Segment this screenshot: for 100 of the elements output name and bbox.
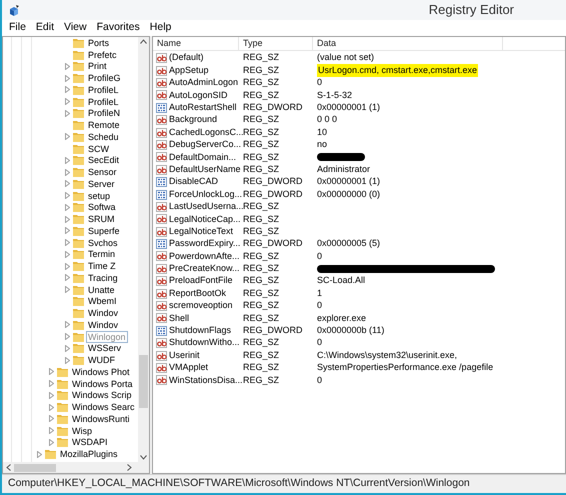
- value-name[interactable]: ForceUnlockLog...: [169, 188, 242, 202]
- menu-item[interactable]: View: [60, 20, 91, 36]
- value-name[interactable]: (Default): [169, 51, 204, 65]
- scroll-thumb[interactable]: [14, 464, 56, 472]
- tree-item[interactable]: Winlogon: [86, 330, 128, 343]
- value-name[interactable]: LastUsedUserna...: [169, 200, 244, 214]
- value-name[interactable]: scremoveoption: [169, 299, 233, 313]
- tree-item[interactable]: Server: [86, 178, 117, 190]
- tree-item[interactable]: Sensor: [86, 166, 119, 178]
- value-name[interactable]: AutoRestartShell: [169, 101, 237, 115]
- tree-item[interactable]: WSDAPI: [70, 436, 110, 448]
- expand-arrow-icon[interactable]: [65, 192, 70, 200]
- expand-arrow-icon[interactable]: [65, 62, 70, 70]
- value-name[interactable]: AutoLogonSID: [169, 88, 228, 102]
- value-name[interactable]: PreloadFontFile: [169, 274, 233, 288]
- tree-item[interactable]: Windows Scrip: [70, 389, 134, 402]
- expand-arrow-icon[interactable]: [65, 98, 70, 106]
- tree-item[interactable]: WindowsRunti: [70, 412, 132, 425]
- value-name[interactable]: LegalNoticeText: [169, 224, 234, 238]
- expand-arrow-icon[interactable]: [49, 427, 54, 434]
- tree-item[interactable]: Windows Phot: [70, 366, 132, 378]
- tree-item[interactable]: WSServ: [86, 342, 124, 354]
- tree-item[interactable]: Unatte: [86, 284, 117, 296]
- column-header[interactable]: Name: [153, 37, 239, 50]
- tree-item[interactable]: WbemI: [86, 295, 119, 308]
- value-name[interactable]: Userinit: [169, 348, 200, 362]
- tree-item[interactable]: SecEdit: [86, 154, 122, 166]
- expand-arrow-icon[interactable]: [49, 415, 54, 422]
- tree-item[interactable]: Remote: [86, 119, 122, 132]
- tree-item[interactable]: Prefetc: [86, 48, 119, 61]
- expand-arrow-icon[interactable]: [65, 274, 70, 282]
- menu-item[interactable]: File: [5, 20, 30, 36]
- tree-item[interactable]: Svchos: [86, 236, 120, 249]
- value-name[interactable]: CachedLogonsC...: [169, 126, 244, 140]
- value-name[interactable]: LegalNoticeCap...: [169, 212, 241, 226]
- expand-arrow-icon[interactable]: [65, 321, 70, 328]
- menu-item[interactable]: Edit: [32, 20, 58, 36]
- value-name[interactable]: DebugServerCo...: [169, 138, 242, 152]
- tree-item[interactable]: Superfe: [86, 224, 122, 237]
- tree-item[interactable]: Softwa: [86, 201, 118, 214]
- expand-arrow-icon[interactable]: [65, 110, 70, 117]
- value-name[interactable]: AutoAdminLogon: [169, 76, 238, 90]
- expand-arrow-icon[interactable]: [65, 262, 70, 270]
- expand-arrow-icon[interactable]: [65, 180, 70, 188]
- tree-item[interactable]: Print: [86, 60, 109, 72]
- tree-item[interactable]: setup: [86, 190, 112, 202]
- expand-arrow-icon[interactable]: [49, 404, 54, 411]
- tree-item[interactable]: ProfileL: [86, 96, 121, 108]
- value-name[interactable]: WinStationsDisa...: [169, 374, 243, 388]
- expand-arrow-icon[interactable]: [65, 86, 70, 94]
- expand-arrow-icon[interactable]: [65, 168, 70, 176]
- expand-arrow-icon[interactable]: [65, 74, 70, 82]
- value-name[interactable]: DisableCAD: [169, 175, 218, 189]
- tree-item[interactable]: Time Z: [86, 260, 118, 272]
- expand-arrow-icon[interactable]: [49, 392, 54, 399]
- value-name[interactable]: AppSetup: [169, 64, 209, 78]
- value-name[interactable]: VMApplet: [169, 361, 208, 375]
- value-name[interactable]: Background: [169, 113, 218, 127]
- tree-item[interactable]: Schedu: [86, 130, 121, 143]
- expand-arrow-icon[interactable]: [65, 227, 70, 234]
- value-name[interactable]: ReportBootOk: [169, 286, 226, 300]
- expand-arrow-icon[interactable]: [65, 286, 70, 294]
- value-name[interactable]: Shell: [169, 312, 190, 326]
- value-name[interactable]: PasswordExpiry...: [169, 237, 240, 251]
- value-name[interactable]: ShutdownWitho...: [169, 336, 240, 350]
- expand-arrow-icon[interactable]: [65, 250, 70, 258]
- tree-item[interactable]: Windows Porta: [70, 378, 135, 390]
- tree-item[interactable]: Ports: [86, 37, 112, 49]
- tree-item[interactable]: Termin: [86, 248, 118, 260]
- tree-item[interactable]: Tracing: [86, 272, 120, 284]
- scroll-thumb[interactable]: [139, 355, 148, 408]
- value-name[interactable]: PreCreateKnow...: [169, 262, 240, 276]
- value-name[interactable]: DefaultDomain...: [169, 150, 236, 164]
- menu-item[interactable]: Help: [146, 20, 176, 36]
- expand-arrow-icon[interactable]: [65, 356, 70, 364]
- tree-item[interactable]: WUDF: [86, 354, 117, 366]
- expand-arrow-icon[interactable]: [49, 368, 54, 376]
- expand-arrow-icon[interactable]: [65, 333, 70, 340]
- expand-arrow-icon[interactable]: [49, 380, 54, 388]
- scroll-up-icon[interactable]: [140, 39, 147, 44]
- column-header[interactable]: Data: [313, 37, 503, 50]
- horizontal-scrollbar[interactable]: [3, 462, 149, 473]
- tree-item[interactable]: Windov: [86, 307, 120, 320]
- value-name[interactable]: PowerdownAfte...: [169, 250, 240, 264]
- tree-item[interactable]: ProfileL: [86, 84, 121, 96]
- tree-item[interactable]: ProfileN: [86, 107, 122, 120]
- tree-item[interactable]: SCW: [86, 142, 111, 155]
- expand-arrow-icon[interactable]: [65, 156, 70, 164]
- vertical-scrollbar[interactable]: [138, 37, 149, 462]
- value-name[interactable]: ShutdownFlags: [169, 324, 232, 338]
- column-header[interactable]: Type: [239, 37, 313, 50]
- tree-item[interactable]: ProfileG: [86, 72, 123, 84]
- tree-item[interactable]: Wisp: [70, 424, 94, 437]
- tree-item[interactable]: Windov: [86, 318, 120, 331]
- scroll-left-icon[interactable]: [6, 464, 11, 471]
- expand-arrow-icon[interactable]: [65, 239, 70, 246]
- expand-arrow-icon[interactable]: [65, 216, 70, 223]
- expand-arrow-icon[interactable]: [37, 450, 42, 458]
- tree-item[interactable]: Windows Searc: [70, 401, 137, 414]
- scroll-down-icon[interactable]: [140, 455, 147, 460]
